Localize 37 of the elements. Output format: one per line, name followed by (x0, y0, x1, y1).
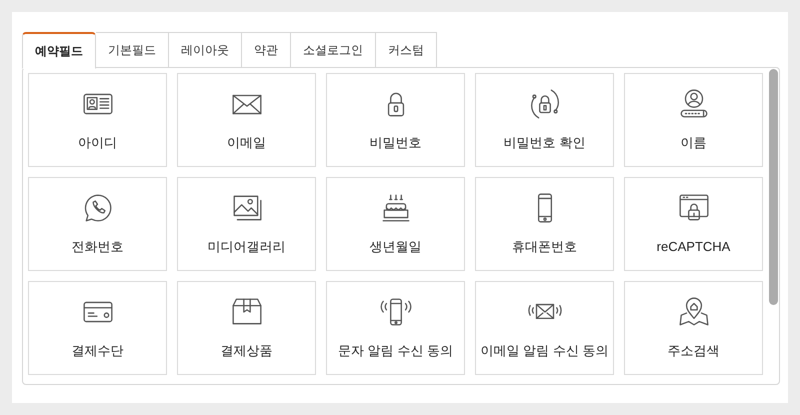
field-label: 아이디 (78, 134, 117, 152)
field-card[interactable]: 아이디 (28, 73, 167, 167)
field-card[interactable]: 휴대폰번호 (475, 177, 614, 271)
field-card[interactable]: 이름 (624, 73, 763, 167)
tab[interactable]: 레이아웃 (169, 32, 242, 68)
field-label: 이메일 (227, 134, 266, 152)
field-card[interactable]: 결제수단 (28, 281, 167, 375)
tab[interactable]: 커스텀 (376, 32, 437, 68)
field-card[interactable]: 전화번호 (28, 177, 167, 271)
field-card[interactable]: 생년월일 (326, 177, 465, 271)
field-label: 이메일 알림 수신 동의 (480, 342, 608, 360)
field-label: reCAPTCHA (656, 238, 730, 256)
tab[interactable]: 예약필드 (22, 32, 96, 69)
field-card[interactable]: reCAPTCHA (624, 177, 763, 271)
field-label: 문자 알림 수신 동의 (338, 342, 453, 360)
field-card[interactable]: 비밀번호 (326, 73, 465, 167)
scrollbar[interactable] (769, 69, 778, 305)
field-label: 이름 (680, 134, 706, 152)
field-card[interactable]: 미디어갤러리 (177, 177, 316, 271)
tab[interactable]: 약관 (242, 32, 291, 68)
field-label: 휴대폰번호 (512, 238, 577, 256)
field-label: 주소검색 (668, 342, 720, 360)
tab[interactable]: 기본필드 (96, 32, 169, 68)
tab[interactable]: 소셜로그인 (291, 32, 376, 68)
field-card[interactable]: 주소검색 (624, 281, 763, 375)
field-label: 결제수단 (72, 342, 124, 360)
field-card[interactable]: 문자 알림 수신 동의 (326, 281, 465, 375)
field-card[interactable]: 결제상품 (177, 281, 316, 375)
field-label: 미디어갤러리 (208, 238, 286, 256)
field-label: 비밀번호 (370, 134, 422, 152)
field-label: 전화번호 (72, 238, 124, 256)
field-card[interactable]: 이메일 (177, 73, 316, 167)
field-card[interactable]: 이메일 알림 수신 동의 (475, 281, 614, 375)
field-label: 비밀번호 확인 (504, 134, 586, 152)
field-label: 결제상품 (220, 342, 272, 360)
field-label: 생년월일 (370, 238, 422, 256)
field-card[interactable]: 비밀번호 확인 (475, 73, 614, 167)
